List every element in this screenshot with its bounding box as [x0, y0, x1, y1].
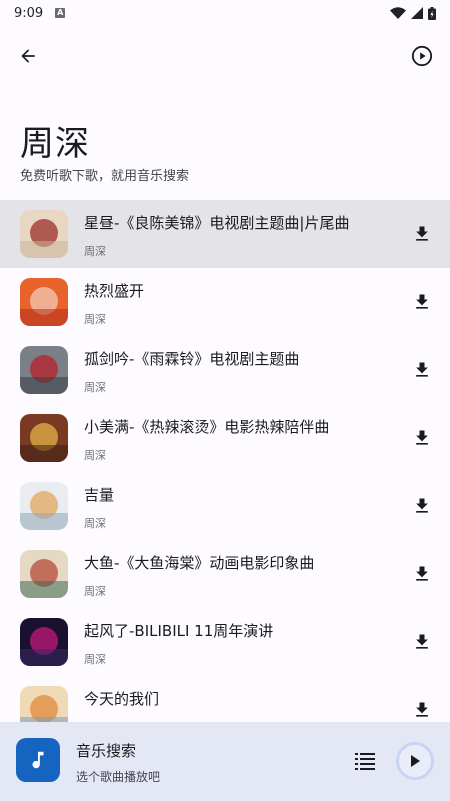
download-button[interactable] — [410, 494, 434, 518]
wifi-icon — [390, 7, 406, 19]
status-bar: 9:09 A — [0, 0, 450, 26]
song-title: 热烈盛开 — [84, 282, 145, 300]
screen: 9:09 A 周深 免费听歌下歌，就用音乐搜索 星昼-《良陈美锦》电视剧主题曲|… — [0, 0, 450, 801]
song-title: 小美满-《热辣滚烫》电影热辣陪伴曲 — [84, 418, 330, 436]
download-icon — [416, 430, 428, 445]
song-row[interactable]: 孤剑吟-《雨霖铃》电视剧主题曲周深 — [0, 336, 450, 404]
album-cover — [20, 210, 68, 258]
download-icon — [416, 498, 428, 513]
download-icon — [416, 566, 428, 581]
player-app-icon — [16, 738, 60, 782]
song-artist: 周深 — [84, 517, 106, 530]
download-button[interactable] — [410, 222, 434, 246]
song-row[interactable]: 大鱼-《大鱼海棠》动画电影印象曲周深 — [0, 540, 450, 608]
player-title: 音乐搜索 — [76, 742, 137, 760]
a-icon: A — [55, 8, 66, 18]
playlist-button[interactable] — [354, 750, 376, 772]
download-button[interactable] — [410, 562, 434, 586]
song-title: 起风了-BILIBILI 11周年演讲 — [84, 622, 274, 640]
signal-icon — [411, 7, 423, 19]
song-row[interactable]: 星昼-《良陈美锦》电视剧主题曲|片尾曲周深 — [0, 200, 450, 268]
back-button[interactable] — [12, 40, 44, 72]
download-icon — [416, 634, 428, 649]
mini-player[interactable]: 音乐搜索 选个歌曲播放吧 — [0, 722, 450, 801]
page-title: 周深 — [20, 124, 90, 164]
download-icon — [416, 362, 428, 377]
song-row[interactable]: 吉量 周深 — [0, 472, 450, 540]
download-button[interactable] — [410, 698, 434, 722]
album-cover — [20, 346, 68, 394]
page-subtitle: 免费听歌下歌，就用音乐搜索 — [20, 169, 190, 184]
song-artist: 周深 — [84, 585, 106, 598]
song-row[interactable]: 小美满-《热辣滚烫》电影热辣陪伴曲周深 — [0, 404, 450, 472]
player-play-button[interactable] — [396, 742, 434, 780]
album-cover — [20, 686, 68, 722]
song-row[interactable]: 今天的我们周深 — [0, 676, 450, 722]
download-button[interactable] — [410, 358, 434, 382]
album-cover — [20, 278, 68, 326]
status-time: 9:09 — [14, 5, 44, 21]
download-icon — [416, 294, 428, 309]
player-subtitle: 选个歌曲播放吧 — [76, 770, 161, 784]
download-button[interactable] — [410, 426, 434, 450]
play-all-button[interactable] — [408, 42, 436, 70]
song-artist: 周深 — [84, 313, 106, 326]
download-button[interactable] — [410, 290, 434, 314]
album-cover — [20, 482, 68, 530]
play-icon — [411, 755, 420, 767]
song-artist: 周深 — [84, 449, 106, 462]
album-cover — [20, 414, 68, 462]
album-cover — [20, 618, 68, 666]
playlist-icon — [355, 753, 375, 770]
download-icon — [416, 702, 428, 717]
play-circle-icon — [411, 45, 433, 67]
song-row[interactable]: 热烈盛开 周深 — [0, 268, 450, 336]
song-title: 今天的我们 — [84, 690, 160, 708]
battery-icon — [428, 6, 436, 20]
song-title: 星昼-《良陈美锦》电视剧主题曲|片尾曲 — [84, 214, 350, 232]
album-cover — [20, 550, 68, 598]
download-icon — [416, 226, 428, 241]
music-note-icon — [32, 751, 44, 769]
song-list[interactable]: 星昼-《良陈美锦》电视剧主题曲|片尾曲 周深 热烈盛开 周深 孤剑吟-《雨霖铃》电视剧主… — [0, 200, 450, 722]
song-title: 孤剑吟-《雨霖铃》电视剧主题曲 — [84, 350, 300, 368]
song-artist: 周深 — [84, 381, 106, 394]
song-title: 大鱼-《大鱼海棠》动画电影印象曲 — [84, 554, 315, 572]
download-button[interactable] — [410, 630, 434, 654]
arrow-back-icon — [21, 49, 35, 63]
song-title: 吉量 — [84, 486, 115, 504]
song-row[interactable]: 起风了-BILIBILI 11周年演讲周深 — [0, 608, 450, 676]
song-artist: 周深 — [84, 245, 106, 258]
status-icons — [390, 6, 436, 20]
song-artist: 周深 — [84, 653, 106, 666]
